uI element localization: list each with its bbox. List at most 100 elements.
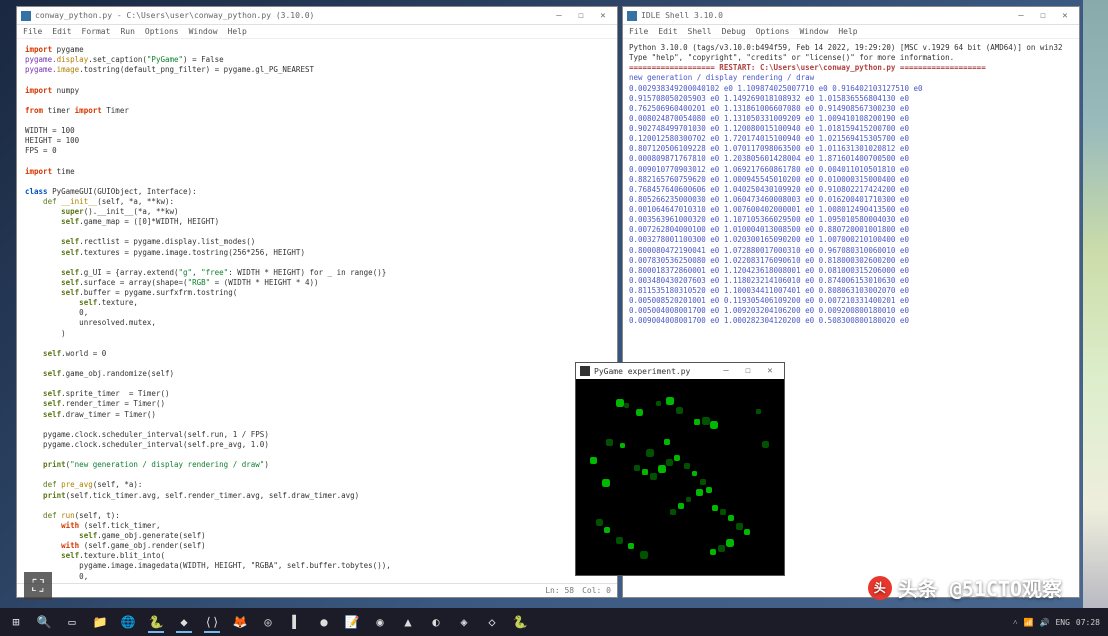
menu-window[interactable]: Window (189, 27, 218, 36)
life-cell (636, 409, 643, 416)
editor-statusbar: Ln: 58 Col: 0 (17, 583, 617, 597)
life-cell (596, 519, 603, 526)
pygame-window: PyGame experiment.py — ☐ ✕ (575, 362, 785, 576)
life-cell (628, 543, 634, 549)
menu-options[interactable]: Options (756, 27, 790, 36)
pygame-titlebar[interactable]: PyGame experiment.py — ☐ ✕ (576, 363, 784, 379)
shell-titlebar[interactable]: IDLE Shell 3.10.0 — ☐ ✕ (623, 7, 1079, 25)
pygame-icon (580, 366, 590, 376)
language-indicator[interactable]: ENG (1055, 618, 1069, 627)
menu-edit[interactable]: Edit (52, 27, 71, 36)
code-editor[interactable]: import pygame pygame.display.set_caption… (17, 39, 617, 583)
watermark-avatar-icon: 头 (868, 576, 892, 600)
life-cell (700, 479, 706, 485)
taskbar-python1[interactable]: 🐍 (144, 611, 168, 633)
life-cell (686, 497, 691, 502)
menu-options[interactable]: Options (145, 27, 179, 36)
status-line: Ln: 58 (545, 586, 574, 595)
menu-window[interactable]: Window (799, 27, 828, 36)
taskbar-app-teal[interactable]: ◇ (480, 611, 504, 633)
life-cell (718, 545, 725, 552)
system-tray: ˄ 📶 🔊 ENG 07:28 (1013, 618, 1104, 627)
editor-title: conway_python.py - C:\Users\user\conway_… (35, 11, 549, 20)
taskbar-firefox[interactable]: 🦊 (228, 611, 252, 633)
taskbar-app-orange[interactable]: ◉ (368, 611, 392, 633)
life-cell (684, 463, 690, 469)
pygame-title-text: PyGame experiment.py (594, 367, 716, 376)
editor-menubar: File Edit Format Run Options Window Help (17, 25, 617, 39)
taskbar-start[interactable]: ⊞ (4, 611, 28, 633)
minimize-button[interactable]: — (716, 364, 736, 378)
life-cell (720, 509, 726, 515)
taskbar-terminal[interactable]: ▌ (284, 611, 308, 633)
shell-menubar: File Edit Shell Debug Options Window Hel… (623, 25, 1079, 39)
network-icon[interactable]: 📶 (1024, 618, 1034, 627)
life-cell (658, 465, 666, 473)
taskbar-task-view[interactable]: ▭ (60, 611, 84, 633)
taskbar-app-red[interactable]: ● (312, 611, 336, 633)
minimize-button[interactable]: — (1011, 9, 1031, 23)
fullscreen-icon[interactable]: ⛶ (24, 572, 52, 600)
python-file-icon (21, 11, 31, 21)
maximize-button[interactable]: ☐ (1033, 9, 1053, 23)
life-cell (678, 503, 684, 509)
minimize-button[interactable]: — (549, 9, 569, 23)
status-col: Col: 0 (582, 586, 611, 595)
menu-file[interactable]: File (629, 27, 648, 36)
menu-debug[interactable]: Debug (722, 27, 746, 36)
close-button[interactable]: ✕ (1055, 9, 1075, 23)
life-cell (728, 515, 734, 521)
taskbar-python-idle[interactable]: 🐍 (508, 611, 532, 633)
life-cell (616, 399, 624, 407)
life-cell (710, 421, 718, 429)
pygame-canvas (576, 379, 784, 575)
menu-format[interactable]: Format (82, 27, 111, 36)
taskbar: ⊞🔍▭📁🌐🐍◆⟨⟩🦊◎▌●📝◉▲◐◈◇🐍 ˄ 📶 🔊 ENG 07:28 (0, 608, 1108, 636)
taskbar-search[interactable]: 🔍 (32, 611, 56, 633)
taskbar-explorer[interactable]: 📁 (88, 611, 112, 633)
taskbar-chrome[interactable]: ◎ (256, 611, 280, 633)
life-cell (744, 529, 750, 535)
maximize-button[interactable]: ☐ (571, 9, 591, 23)
life-cell (756, 409, 761, 414)
life-cell (694, 419, 700, 425)
tray-arrow-icon[interactable]: ˄ (1013, 618, 1018, 627)
editor-titlebar[interactable]: conway_python.py - C:\Users\user\conway_… (17, 7, 617, 25)
life-cell (590, 457, 597, 464)
life-cell (696, 489, 703, 496)
close-button[interactable]: ✕ (760, 364, 780, 378)
life-cell (762, 441, 769, 448)
python-shell-icon (627, 11, 637, 21)
menu-help[interactable]: Help (838, 27, 857, 36)
taskbar-app-green[interactable]: ◈ (452, 611, 476, 633)
life-cell (604, 527, 610, 533)
life-cell (666, 397, 674, 405)
menu-file[interactable]: File (23, 27, 42, 36)
video-watermark: 头 头条 @51CTO观察 (868, 573, 1062, 602)
taskbar-edge[interactable]: 🌐 (116, 611, 140, 633)
menu-help[interactable]: Help (228, 27, 247, 36)
life-cell (616, 537, 623, 544)
volume-icon[interactable]: 🔊 (1039, 618, 1049, 627)
life-cell (674, 455, 680, 461)
clock[interactable]: 07:28 (1076, 618, 1100, 627)
shell-title: IDLE Shell 3.10.0 (641, 11, 1011, 20)
menu-edit[interactable]: Edit (658, 27, 677, 36)
close-button[interactable]: ✕ (593, 9, 613, 23)
life-cell (634, 465, 640, 471)
life-cell (606, 439, 613, 446)
taskbar-app-yellow[interactable]: ◐ (424, 611, 448, 633)
life-cell (710, 549, 716, 555)
taskbar-vscode[interactable]: ⟨⟩ (200, 611, 224, 633)
taskbar-notepad[interactable]: 📝 (340, 611, 364, 633)
life-cell (702, 417, 710, 425)
taskbar-vlc[interactable]: ▲ (396, 611, 420, 633)
menu-shell[interactable]: Shell (688, 27, 712, 36)
taskbar-app-blue[interactable]: ◆ (172, 611, 196, 633)
life-cell (646, 449, 654, 457)
maximize-button[interactable]: ☐ (738, 364, 758, 378)
menu-run[interactable]: Run (120, 27, 134, 36)
life-cell (692, 471, 697, 476)
life-cell (656, 401, 661, 406)
life-cell (624, 403, 629, 408)
